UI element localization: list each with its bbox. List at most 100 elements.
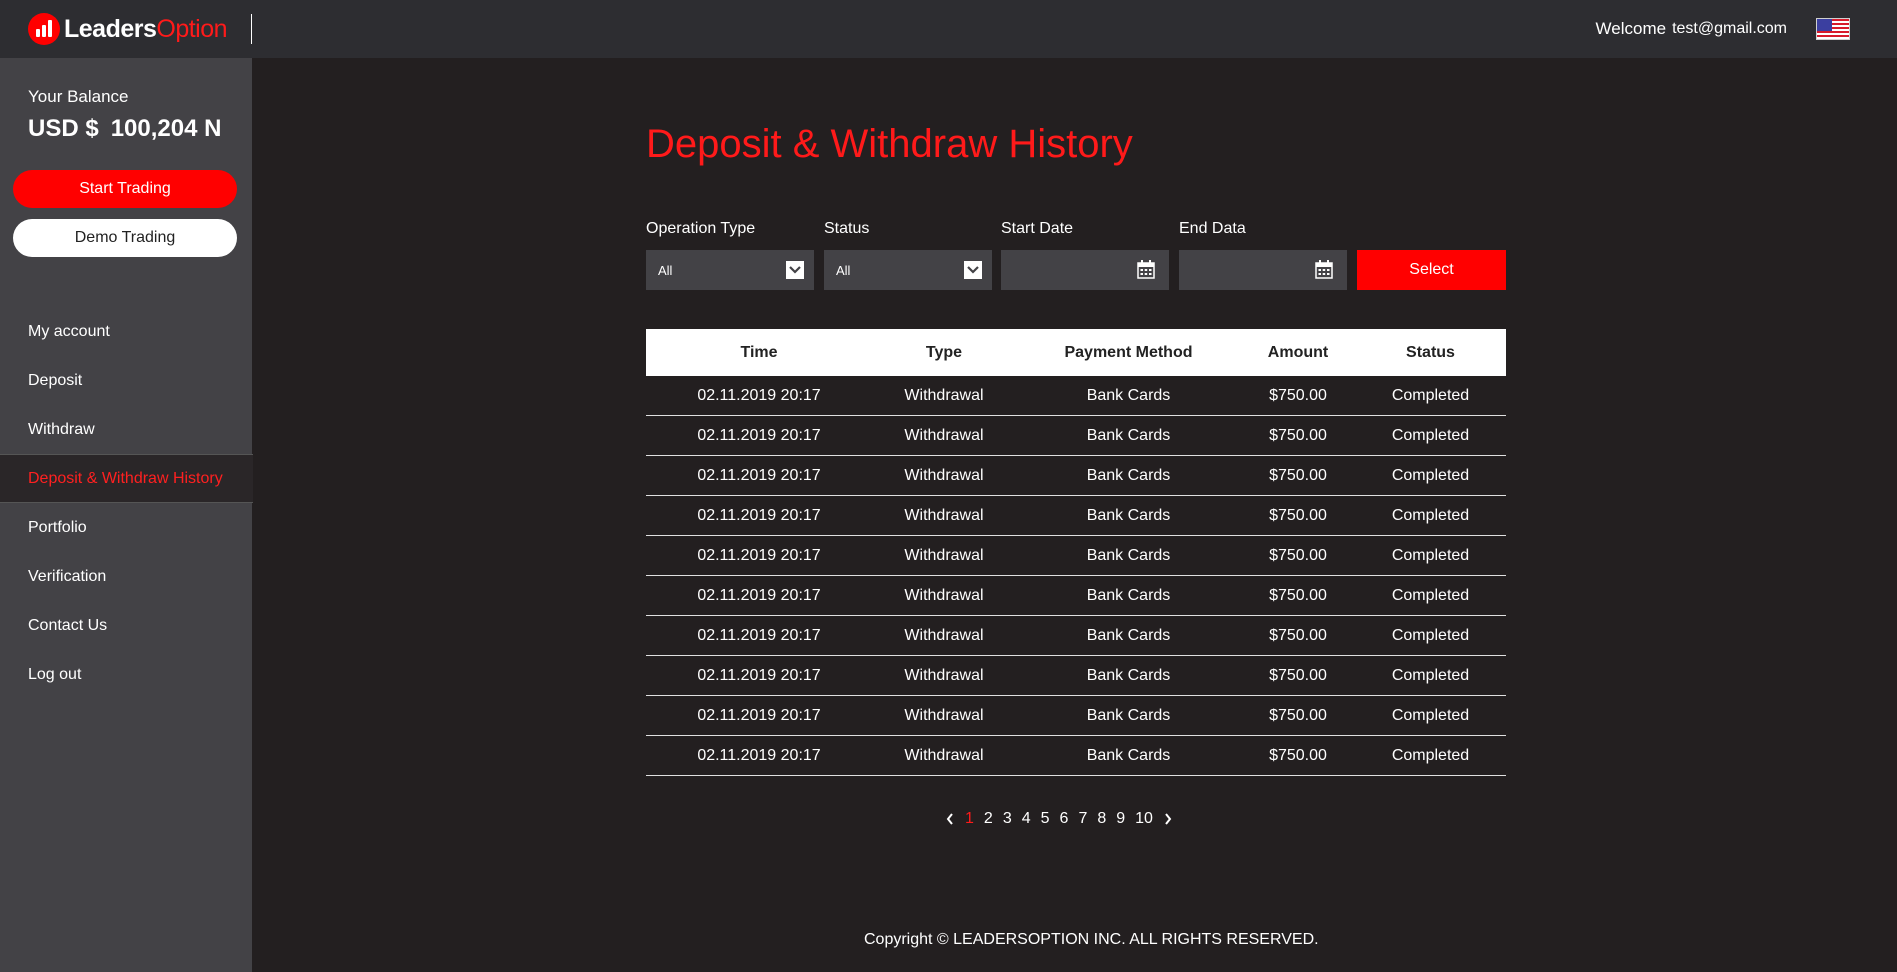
table-row: 02.11.2019 20:17 Withdrawal Bank Cards $750… bbox=[646, 496, 1506, 536]
cell-status: Completed bbox=[1391, 706, 1470, 724]
cell-status: Completed bbox=[1391, 626, 1470, 644]
chevron-left-icon[interactable] bbox=[945, 812, 955, 826]
operation-type-select[interactable]: All bbox=[646, 250, 814, 290]
sidebar-item-log-out[interactable]: Log out bbox=[0, 650, 252, 699]
column-header-status: Status bbox=[1406, 343, 1455, 361]
cell-amount: $750.00 bbox=[1269, 386, 1327, 404]
sidebar: Your Balance USD $ 100,204 N Start Tradi… bbox=[0, 58, 253, 972]
cell-amount: $750.00 bbox=[1269, 666, 1327, 684]
cell-status: Completed bbox=[1391, 386, 1470, 404]
page-link[interactable]: 10 bbox=[1135, 810, 1153, 828]
page-link[interactable]: 5 bbox=[1041, 810, 1050, 828]
page-link[interactable]: 7 bbox=[1078, 810, 1087, 828]
cell-amount: $750.00 bbox=[1269, 706, 1327, 724]
cell-type: Withdrawal bbox=[904, 666, 984, 684]
cell-payment-method: Bank Cards bbox=[1086, 746, 1171, 764]
cell-type: Withdrawal bbox=[904, 546, 984, 564]
balance-currency: USD $ bbox=[28, 115, 99, 142]
cell-type: Withdrawal bbox=[904, 626, 984, 644]
cell-amount: $750.00 bbox=[1269, 426, 1327, 444]
table-row: 02.11.2019 20:17 Withdrawal Bank Cards $750… bbox=[646, 456, 1506, 496]
sidebar-item-verification[interactable]: Verification bbox=[0, 552, 252, 601]
cell-payment-method: Bank Cards bbox=[1086, 546, 1171, 564]
cell-time: 02.11.2019 20:17 bbox=[697, 546, 821, 564]
table-body: 02.11.2019 20:17 Withdrawal Bank Cards $750… bbox=[646, 376, 1506, 776]
cell-type: Withdrawal bbox=[904, 746, 984, 764]
sidebar-menu: My account Deposit Withdraw Deposit & Wi… bbox=[0, 307, 253, 699]
balance-label: Your Balance bbox=[28, 87, 129, 106]
cell-time: 02.11.2019 20:17 bbox=[697, 506, 821, 524]
page-link[interactable]: 6 bbox=[1060, 810, 1069, 828]
cell-time: 02.11.2019 20:17 bbox=[697, 386, 821, 404]
page-numbers: 1 2 3 4 5 6 7 8 9 10 bbox=[960, 810, 1158, 828]
pagination: 1 2 3 4 5 6 7 8 9 10 bbox=[940, 810, 1178, 828]
cell-type: Withdrawal bbox=[904, 466, 984, 484]
cell-status: Completed bbox=[1391, 746, 1470, 764]
cell-time: 02.11.2019 20:17 bbox=[697, 426, 821, 444]
cell-status: Completed bbox=[1391, 506, 1470, 524]
page-link[interactable]: 4 bbox=[1022, 810, 1031, 828]
welcome-label: Welcome bbox=[1595, 19, 1667, 38]
cell-time: 02.11.2019 20:17 bbox=[697, 626, 821, 644]
cell-payment-method: Bank Cards bbox=[1086, 626, 1171, 644]
page-link[interactable]: 8 bbox=[1097, 810, 1106, 828]
sidebar-item-my-account[interactable]: My account bbox=[0, 307, 252, 356]
balance-value: USD $ 100,204 N bbox=[28, 115, 221, 143]
cell-payment-method: Bank Cards bbox=[1086, 706, 1171, 724]
demo-trading-button[interactable]: Demo Trading bbox=[13, 219, 237, 257]
top-header: LeadersOption Welcome test@gmail.com bbox=[0, 0, 1897, 58]
page-link[interactable]: 3 bbox=[1003, 810, 1012, 828]
cell-status: Completed bbox=[1391, 586, 1470, 604]
calendar-icon[interactable] bbox=[1315, 260, 1333, 279]
header-divider bbox=[251, 14, 252, 44]
logo[interactable]: LeadersOption bbox=[28, 13, 228, 45]
sidebar-item-deposit[interactable]: Deposit bbox=[0, 356, 252, 405]
cell-amount: $750.00 bbox=[1269, 746, 1327, 764]
page-link[interactable]: 9 bbox=[1116, 810, 1125, 828]
cell-payment-method: Bank Cards bbox=[1086, 666, 1171, 684]
status-label: Status bbox=[824, 220, 870, 237]
sidebar-item-withdraw[interactable]: Withdraw bbox=[0, 405, 252, 454]
cell-amount: $750.00 bbox=[1269, 546, 1327, 564]
calendar-icon[interactable] bbox=[1137, 260, 1155, 279]
table-row: 02.11.2019 20:17 Withdrawal Bank Cards $750… bbox=[646, 576, 1506, 616]
table-row: 02.11.2019 20:17 Withdrawal Bank Cards $750… bbox=[646, 736, 1506, 776]
cell-status: Completed bbox=[1391, 426, 1470, 444]
cell-status: Completed bbox=[1391, 666, 1470, 684]
cell-payment-method: Bank Cards bbox=[1086, 386, 1171, 404]
logo-chart-icon bbox=[28, 13, 60, 45]
cell-type: Withdrawal bbox=[904, 426, 984, 444]
start-trading-button[interactable]: Start Trading bbox=[13, 170, 237, 208]
table-row: 02.11.2019 20:17 Withdrawal Bank Cards $750… bbox=[646, 376, 1506, 416]
cell-payment-method: Bank Cards bbox=[1086, 466, 1171, 484]
cell-type: Withdrawal bbox=[904, 706, 984, 724]
chevron-down-icon bbox=[964, 261, 982, 279]
table-row: 02.11.2019 20:17 Withdrawal Bank Cards $750… bbox=[646, 656, 1506, 696]
cell-time: 02.11.2019 20:17 bbox=[697, 586, 821, 604]
table-row: 02.11.2019 20:17 Withdrawal Bank Cards $750… bbox=[646, 616, 1506, 656]
us-flag-icon[interactable] bbox=[1816, 18, 1850, 40]
table-header: Time Type Payment Method Amount Status bbox=[646, 329, 1506, 376]
sidebar-item-portfolio[interactable]: Portfolio bbox=[0, 503, 252, 552]
sidebar-item-history[interactable]: Deposit & Withdraw History bbox=[0, 454, 253, 503]
sidebar-item-contact-us[interactable]: Contact Us bbox=[0, 601, 252, 650]
column-header-type: Type bbox=[925, 343, 963, 361]
cell-status: Completed bbox=[1391, 466, 1470, 484]
end-date-input[interactable] bbox=[1179, 250, 1347, 290]
balance-amount: 100,204 N bbox=[110, 115, 222, 142]
column-header-amount: Amount bbox=[1267, 343, 1329, 361]
start-date-input[interactable] bbox=[1001, 250, 1169, 290]
select-button[interactable]: Select bbox=[1357, 250, 1506, 290]
status-value: All bbox=[836, 262, 851, 278]
page-link[interactable]: 1 bbox=[965, 810, 974, 828]
cell-type: Withdrawal bbox=[904, 506, 984, 524]
status-select[interactable]: All bbox=[824, 250, 992, 290]
cell-payment-method: Bank Cards bbox=[1086, 506, 1171, 524]
table-row: 02.11.2019 20:17 Withdrawal Bank Cards $750… bbox=[646, 696, 1506, 736]
column-header-time: Time bbox=[740, 343, 778, 361]
start-date-label: Start Date bbox=[1001, 220, 1074, 237]
chevron-right-icon[interactable] bbox=[1163, 812, 1173, 826]
page-link[interactable]: 2 bbox=[984, 810, 993, 828]
cell-payment-method: Bank Cards bbox=[1086, 426, 1171, 444]
operation-type-label: Operation Type bbox=[646, 220, 756, 237]
